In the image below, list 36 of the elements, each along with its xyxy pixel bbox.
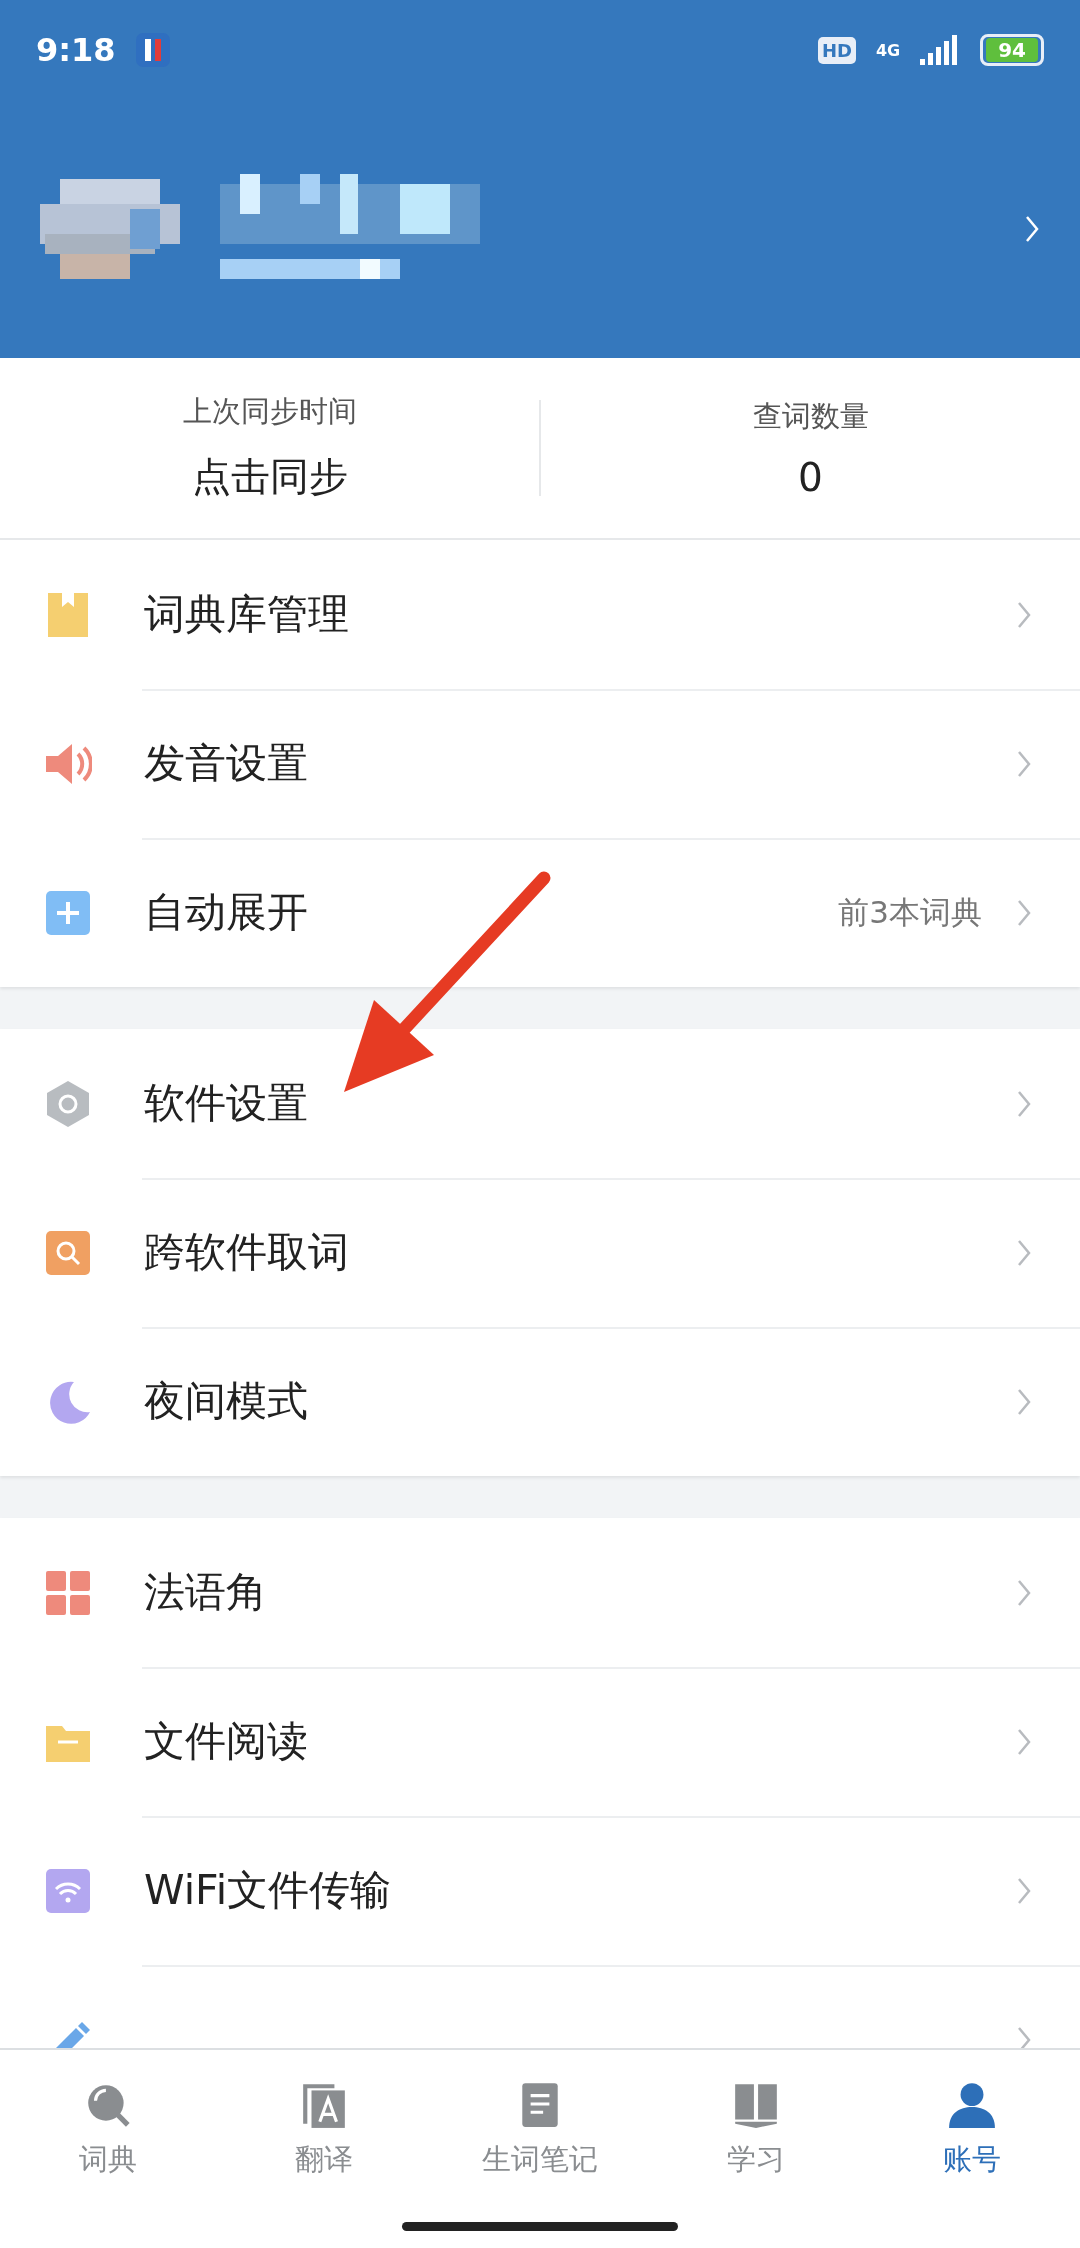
row-label: 发音设置 <box>144 738 309 789</box>
settings-row[interactable]: 夜间模式 <box>0 1327 1080 1476</box>
plus-icon <box>44 888 92 937</box>
settings-row[interactable]: 自动展开 前3本词典 <box>0 838 1080 987</box>
nav-tab[interactable]: 账号 <box>864 2050 1080 2210</box>
grid-icon <box>44 1568 92 1617</box>
stat-label: 查词数量 <box>752 397 869 435</box>
hd-badge: HD <box>817 36 856 64</box>
settings-row[interactable]: 发音设置 <box>0 689 1080 838</box>
person-icon <box>947 2080 997 2130</box>
row-label: 法语角 <box>144 1567 268 1618</box>
settings-row[interactable]: 跨软件取词 <box>0 1178 1080 1327</box>
row-label: 软件设置 <box>144 1078 309 1129</box>
settings-row[interactable]: 软件设置 <box>0 1029 1080 1178</box>
row-label: 文件阅读 <box>144 1716 309 1767</box>
stat-label: 上次同步时间 <box>182 393 357 430</box>
search-icon <box>44 1228 92 1277</box>
settings-row[interactable]: WiFi文件传输 <box>0 1816 1080 1965</box>
battery-indicator: 94 <box>980 34 1044 66</box>
status-time: 9:18 <box>36 31 116 69</box>
chevron-right-icon <box>1024 214 1040 244</box>
row-detail: 前3本词典 <box>838 892 982 932</box>
row-label: 自动展开 <box>144 887 309 938</box>
settings-row[interactable]: 词典库管理 <box>0 540 1080 689</box>
stat-value[interactable]: 点击同步 <box>191 450 348 504</box>
network-label: 4G <box>875 40 901 60</box>
row-label: 词典库管理 <box>144 589 350 640</box>
settings-row[interactable]: 法语角 <box>0 1518 1080 1667</box>
row-label: 跨软件取词 <box>144 1227 350 1278</box>
app-notification-icon <box>135 33 170 67</box>
row-label: 夜间模式 <box>144 1376 309 1427</box>
row-label: WiFi文件传输 <box>144 1865 393 1916</box>
wifi-icon <box>44 1866 92 1915</box>
hexagon-icon <box>44 1079 92 1128</box>
settings-row[interactable]: 文件阅读 <box>0 1667 1080 1816</box>
stat-value[interactable]: 0 <box>798 454 823 500</box>
